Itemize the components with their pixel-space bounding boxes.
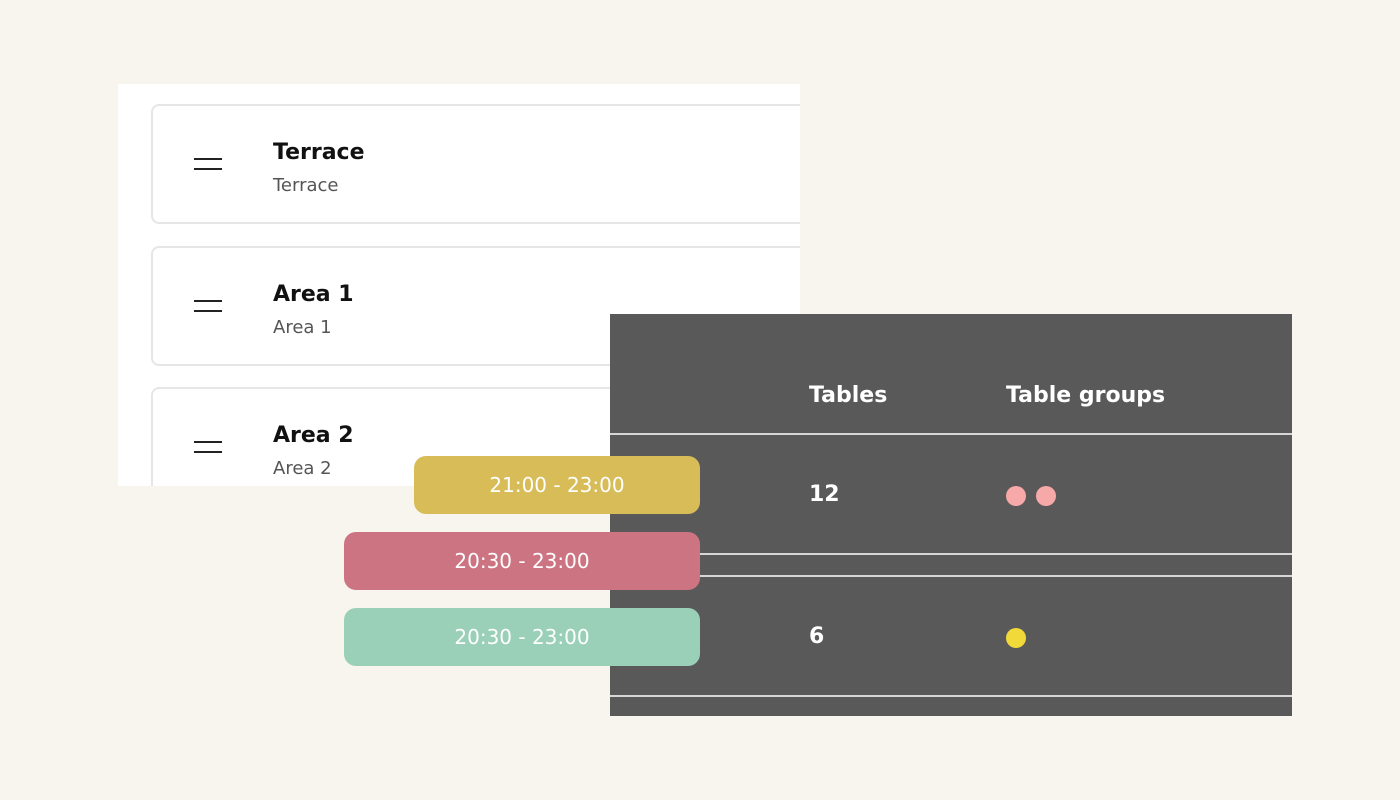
time-slot-pill[interactable]: 20:30 - 23:00 <box>344 608 700 666</box>
table-group-dot <box>1006 628 1026 648</box>
drag-handle-icon[interactable] <box>194 156 222 172</box>
column-header-table-groups: Table groups <box>1006 383 1166 408</box>
table-group-dot <box>1006 486 1026 506</box>
area-name: Area 2 <box>273 423 354 448</box>
tables-count: 12 <box>809 482 840 507</box>
area-card-terrace[interactable]: Terrace Terrace <box>151 104 800 224</box>
column-header-tables: Tables <box>809 383 888 408</box>
area-name: Terrace <box>273 140 365 165</box>
drag-handle-icon[interactable] <box>194 439 222 455</box>
row-divider <box>610 695 1292 697</box>
tables-panel: Tables Table groups 12 6 <box>610 314 1292 716</box>
drag-handle-icon[interactable] <box>194 298 222 314</box>
time-slot-pill[interactable]: 20:30 - 23:00 <box>344 532 700 590</box>
table-group-dot <box>1036 486 1056 506</box>
time-slot-pill[interactable]: 21:00 - 23:00 <box>414 456 700 514</box>
row-divider <box>610 553 1292 555</box>
area-name: Area 1 <box>273 282 354 307</box>
row-divider <box>610 575 1292 577</box>
area-subtitle: Area 2 <box>273 458 332 479</box>
tables-count: 6 <box>809 624 825 649</box>
row-divider <box>610 433 1292 435</box>
area-subtitle: Terrace <box>273 175 339 196</box>
area-subtitle: Area 1 <box>273 317 332 338</box>
